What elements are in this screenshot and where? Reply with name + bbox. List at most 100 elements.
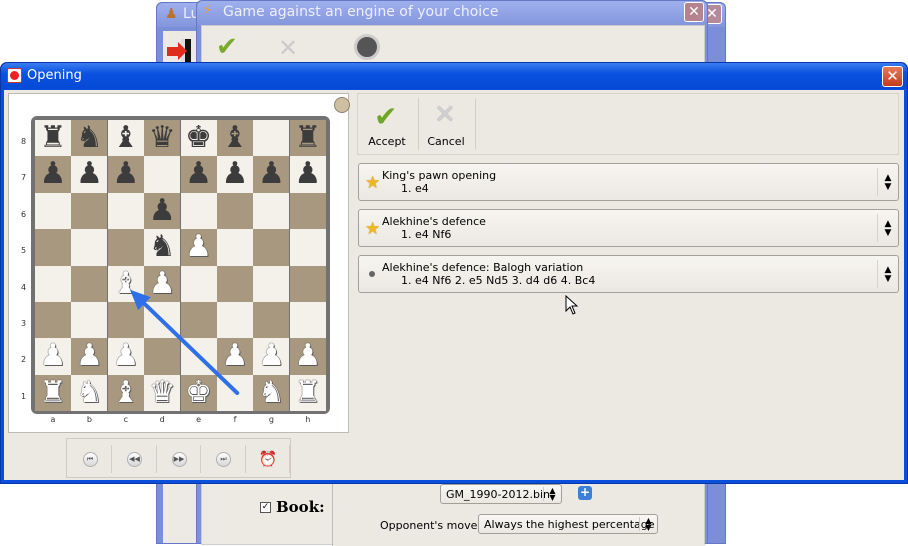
black-piece-e7[interactable]: ♟ [181, 156, 217, 192]
white-piece-b1[interactable]: ♞ [71, 375, 107, 411]
black-piece-c7[interactable]: ♟ [108, 156, 144, 192]
square-f6[interactable] [217, 192, 253, 230]
square-b6[interactable] [71, 192, 108, 230]
square-g5[interactable] [253, 229, 290, 266]
white-piece-e1[interactable]: ♚ [181, 375, 217, 411]
square-a6[interactable] [35, 192, 71, 230]
black-piece-g7[interactable]: ♟ [253, 156, 289, 192]
opening-dialog-title: Opening [27, 68, 82, 83]
exit-icon[interactable] [167, 39, 193, 63]
black-piece-c8[interactable]: ♝ [108, 120, 144, 156]
square-h5[interactable] [289, 229, 326, 266]
rank-label: 5 [21, 246, 27, 256]
black-piece-d6[interactable]: ♟ [144, 193, 180, 229]
white-piece-c2[interactable]: ♟ [108, 338, 144, 374]
black-piece-h8[interactable]: ♜ [290, 120, 326, 156]
opening-dialog-client: ♜ ♞ ♝ ♛ ♚ ♝ ♜ ♟ ♟ ♟ ♟ ♟ ♟ ♟ ♟ ♞ ♟ ♝ ♟ ♟ ♟ ♟ ♟ ♟ ♟ ♜ ♞ ♝ ♛ ♚ ♞ ♜ 8765432… [4, 90, 904, 480]
square-e4[interactable] [180, 265, 217, 303]
opponent-move-select[interactable]: Always the highest percentage ▲ ▼ [478, 514, 658, 534]
square-e3[interactable] [180, 302, 217, 339]
square-c3[interactable] [107, 302, 144, 339]
engine-dialog-close-button[interactable]: ✕ [684, 2, 704, 22]
previous-move-icon: ◀◀ [127, 451, 142, 467]
spin-arrows-icon: ▲ ▼ [639, 517, 657, 532]
square-c6[interactable] [107, 192, 144, 230]
opening-option[interactable]: ★ Alekhine's defence 1. e4 Nf6 ▲ ▼ [358, 209, 899, 247]
opening-dialog-titlebar: Opening ✕ [1, 63, 907, 89]
square-f1[interactable] [217, 374, 253, 412]
square-a3[interactable] [35, 302, 71, 339]
square-e6[interactable] [180, 192, 217, 230]
square-a4[interactable] [35, 265, 71, 303]
white-piece-e5[interactable]: ♟ [181, 229, 217, 265]
black-piece-a7[interactable]: ♟ [35, 156, 71, 192]
square-f4[interactable] [217, 265, 253, 303]
black-piece-e8[interactable]: ♚ [181, 120, 217, 156]
square-f3[interactable] [217, 302, 253, 339]
black-piece-a8[interactable]: ♜ [35, 120, 71, 156]
white-piece-c1[interactable]: ♝ [108, 375, 144, 411]
file-label: e [196, 415, 202, 424]
autoplay-button[interactable]: ⏰ [249, 446, 287, 472]
white-piece-b2[interactable]: ♟ [71, 338, 107, 374]
square-g4[interactable] [253, 265, 290, 303]
white-piece-a2[interactable]: ♟ [35, 338, 71, 374]
white-piece-g2[interactable]: ♟ [253, 338, 289, 374]
square-c5[interactable] [107, 229, 144, 266]
square-d7[interactable] [144, 156, 181, 193]
square-g8[interactable] [253, 120, 290, 157]
spin-arrows-icon[interactable]: ▲ ▼ [877, 214, 898, 242]
engine-accept-icon[interactable]: ✔ [216, 32, 238, 62]
square-g6[interactable] [253, 192, 290, 230]
black-piece-h7[interactable]: ♟ [290, 156, 326, 192]
square-g3[interactable] [253, 302, 290, 339]
opening-option[interactable]: ★ King's pawn opening 1. e4 ▲ ▼ [358, 163, 899, 201]
square-b4[interactable] [71, 265, 108, 303]
black-piece-d5[interactable]: ♞ [144, 229, 180, 265]
black-piece-f8[interactable]: ♝ [217, 120, 253, 156]
square-b5[interactable] [71, 229, 108, 266]
engine-cancel-icon[interactable]: ✕ [278, 34, 298, 62]
white-piece-g1[interactable]: ♞ [253, 375, 289, 411]
white-piece-h1[interactable]: ♜ [290, 375, 326, 411]
opening-name: Alekhine's defence [382, 215, 486, 228]
close-button[interactable]: ✕ [882, 66, 903, 87]
square-f5[interactable] [217, 229, 253, 266]
square-d2[interactable] [144, 338, 181, 375]
square-h6[interactable] [289, 192, 326, 230]
white-piece-f2[interactable]: ♟ [217, 338, 253, 374]
square-h4[interactable] [289, 265, 326, 303]
square-d3[interactable] [144, 302, 181, 339]
last-move-button[interactable]: ⏭ [205, 446, 243, 472]
cancel-button[interactable]: ✕ Cancel [420, 96, 472, 154]
black-piece-f7[interactable]: ♟ [217, 156, 253, 192]
opening-option[interactable]: Alekhine's defence: Balogh variation 1. e… [358, 255, 899, 293]
previous-move-button[interactable]: ◀◀ [116, 446, 154, 472]
square-h3[interactable] [289, 302, 326, 339]
black-piece-b8[interactable]: ♞ [71, 120, 107, 156]
black-piece-d8[interactable]: ♛ [144, 120, 180, 156]
white-piece-d1[interactable]: ♛ [144, 375, 180, 411]
square-b3[interactable] [71, 302, 108, 339]
first-move-icon: ⏮ [82, 451, 98, 467]
next-move-button[interactable]: ▶▶ [160, 446, 198, 472]
book-checkbox[interactable]: ✓ [260, 502, 271, 513]
file-label: a [50, 415, 56, 424]
engine-settings-icon[interactable] [354, 34, 380, 60]
spin-arrows-icon[interactable]: ▲ ▼ [877, 168, 898, 196]
white-piece-c4[interactable]: ♝ [108, 266, 144, 302]
add-book-button[interactable]: + [578, 486, 592, 500]
black-piece-b7[interactable]: ♟ [71, 156, 107, 192]
square-a5[interactable] [35, 229, 71, 266]
white-piece-d4[interactable]: ♟ [144, 266, 180, 302]
white-piece-h2[interactable]: ♟ [290, 338, 326, 374]
opening-name: King's pawn opening [382, 169, 497, 182]
accept-button[interactable]: ✔ Accept [362, 96, 412, 154]
spin-arrows-icon[interactable]: ▲ ▼ [877, 260, 898, 288]
star-icon: ★ [365, 173, 381, 193]
chess-board[interactable]: ♜ ♞ ♝ ♛ ♚ ♝ ♜ ♟ ♟ ♟ ♟ ♟ ♟ ♟ ♟ ♞ ♟ ♝ ♟ ♟ ♟ ♟ ♟ ♟ ♟ ♜ ♞ ♝ ♛ ♚ ♞ ♜ [31, 116, 330, 414]
book-file-select[interactable]: GM_1990-2012.bin ▲ ▼ [440, 484, 562, 504]
square-e2[interactable] [180, 338, 217, 375]
white-piece-a1[interactable]: ♜ [35, 375, 71, 411]
first-move-button[interactable]: ⏮ [71, 446, 109, 472]
